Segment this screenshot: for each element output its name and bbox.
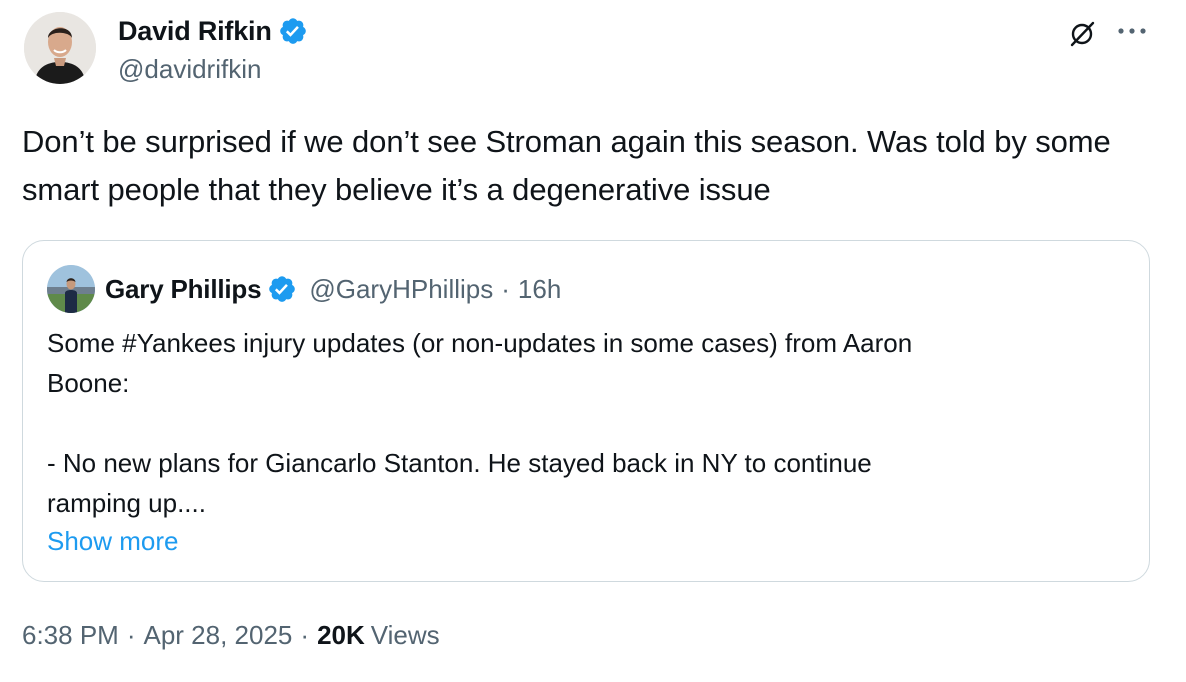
author-avatar[interactable]: [24, 12, 96, 84]
tweet-time[interactable]: 6:38 PM: [22, 620, 119, 651]
quoted-text-line: Boone:: [47, 368, 130, 398]
tweet-date[interactable]: Apr 28, 2025: [144, 620, 293, 651]
grok-icon: [1070, 21, 1095, 47]
quoted-timestamp[interactable]: 16h: [518, 274, 561, 305]
quoted-verified-badge-icon: [267, 274, 297, 304]
author-name[interactable]: David Rifkin: [118, 16, 272, 47]
quoted-text-line: ramping up....: [47, 488, 206, 518]
quoted-text-line: [47, 403, 1117, 443]
meta-separator: ·: [300, 620, 310, 650]
show-more-link[interactable]: Show more: [47, 521, 179, 561]
meta-separator: ·: [126, 620, 136, 650]
quoted-avatar-photo: [47, 265, 95, 313]
more-options-button[interactable]: [1112, 16, 1152, 46]
quoted-text-line: Some #Yankees injury updates (or non-upd…: [47, 328, 913, 358]
author-handle[interactable]: @davidrifkin: [118, 54, 261, 85]
author-name-row[interactable]: David Rifkin: [118, 14, 308, 48]
grok-button[interactable]: [1064, 16, 1100, 52]
more-horizontal-icon: [1118, 28, 1146, 34]
quoted-tweet-card[interactable]: Gary Phillips @GaryHPhillips · 16h Some …: [22, 240, 1150, 582]
quoted-separator: ·: [501, 273, 510, 304]
quoted-text-line: - No new plans for Giancarlo Stanton. He…: [47, 448, 872, 478]
tweet-meta: 6:38 PM · Apr 28, 2025 · 20K Views: [22, 620, 440, 651]
views-count[interactable]: 20K: [317, 620, 365, 651]
avatar-photo: [24, 12, 96, 84]
views-label[interactable]: Views: [371, 620, 440, 651]
quoted-tweet-header: Gary Phillips @GaryHPhillips · 16h: [47, 265, 561, 313]
verified-badge-icon: [278, 16, 308, 46]
quoted-author-avatar[interactable]: [47, 265, 95, 313]
quoted-tweet-text: Some #Yankees injury updates (or non-upd…: [47, 323, 1117, 523]
quoted-author-name[interactable]: Gary Phillips: [105, 274, 262, 305]
quoted-author-handle[interactable]: @GaryHPhillips: [309, 274, 493, 305]
tweet-text: Don’t be surprised if we don’t see Strom…: [22, 124, 1111, 207]
